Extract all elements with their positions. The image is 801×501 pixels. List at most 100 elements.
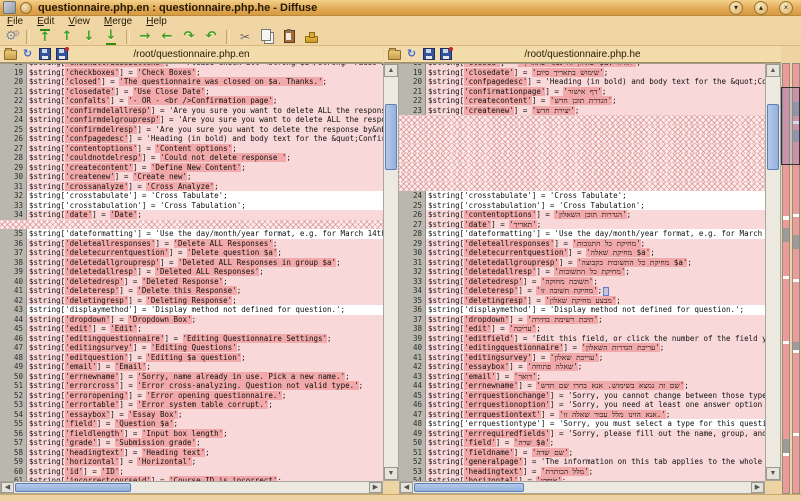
maximize-button[interactable]: ▴ xyxy=(754,1,768,15)
line-number[interactable]: 28 xyxy=(0,153,27,163)
code-line[interactable]: 22$string['createcontent'] = 'הגדרת תוכן… xyxy=(399,96,765,106)
code-line[interactable]: 46$string['errquestionoption'] = 'Sorry,… xyxy=(399,400,765,410)
code-line[interactable]: 44$string['errnewname'] = 'שם זה נמצא בש… xyxy=(399,381,765,391)
line-number[interactable]: 37 xyxy=(0,248,27,258)
scroll-right-icon[interactable]: ▶ xyxy=(369,482,382,493)
line-number[interactable]: 52 xyxy=(0,391,27,401)
preferences-icon[interactable]: ⚙⚙ xyxy=(0,29,22,45)
right-vscroll-thumb[interactable] xyxy=(767,104,779,170)
minimize-button[interactable]: ▾ xyxy=(729,1,743,15)
code-line[interactable]: 30$string['createnew'] = 'Create new'; xyxy=(0,172,383,182)
code-line[interactable]: 55$string['field'] = 'Question $a'; xyxy=(0,419,383,429)
code-line[interactable]: 43$string['displaymethod'] = 'Display me… xyxy=(0,305,383,315)
menu-edit[interactable]: Edit xyxy=(30,16,61,28)
line-number[interactable]: 26 xyxy=(0,134,27,144)
code-line[interactable]: 59$string['horizontal'] = 'Horizontal'; xyxy=(0,457,383,467)
copy-selection-right-icon[interactable]: → xyxy=(134,29,156,45)
code-line[interactable]: 42$string['essaybox'] = 'שאלה פתוחה'; xyxy=(399,362,765,372)
menu-view[interactable]: View xyxy=(61,16,97,28)
code-line[interactable]: 36$string['displaymethod'] = 'Display me… xyxy=(399,305,765,315)
code-line[interactable]: 38$string['edit'] = 'עריכה'; xyxy=(399,324,765,334)
line-number[interactable]: 59 xyxy=(0,457,27,467)
line-number[interactable]: 47 xyxy=(0,343,27,353)
code-line[interactable]: 48$string['editquestion'] = 'Editing $a … xyxy=(0,353,383,363)
save-file-icon[interactable] xyxy=(422,48,435,60)
scroll-right-icon[interactable]: ▶ xyxy=(751,482,764,493)
line-number[interactable]: 35 xyxy=(399,296,426,306)
line-number[interactable]: 53 xyxy=(0,400,27,410)
code-line[interactable]: 45$string['edit'] = 'Edit'; xyxy=(0,324,383,334)
scroll-down-icon[interactable]: ▼ xyxy=(384,467,398,480)
line-number[interactable]: 24 xyxy=(399,191,426,201)
code-line[interactable]: 29$string['createcontent'] = 'Define New… xyxy=(0,163,383,173)
merge-from-right-icon[interactable]: ↶ xyxy=(200,29,222,45)
paste-icon[interactable] xyxy=(278,29,300,45)
code-line[interactable]: 29$string['deleteallresponses'] = 'מחיקת… xyxy=(399,239,765,249)
diff-overview-map[interactable] xyxy=(781,63,801,494)
line-number[interactable]: 60 xyxy=(0,467,27,477)
save-file-icon[interactable] xyxy=(38,48,51,60)
code-line[interactable]: 45$string['errquestionchange'] = 'Sorry,… xyxy=(399,391,765,401)
close-button[interactable]: × xyxy=(779,1,793,15)
line-number[interactable]: 36 xyxy=(0,239,27,249)
code-line[interactable]: 56$string['fieldlength'] = 'Input box le… xyxy=(0,429,383,439)
line-number[interactable]: 45 xyxy=(0,324,27,334)
code-line[interactable]: 32$string['deletedallresp'] = 'מחיקת כל … xyxy=(399,267,765,277)
left-vscroll-thumb[interactable] xyxy=(385,104,397,170)
line-number[interactable]: 21 xyxy=(399,87,426,97)
code-line[interactable]: 26$string['contentoptions'] = 'הגדרות תו… xyxy=(399,210,765,220)
reload-file-icon[interactable]: ↻ xyxy=(21,48,34,60)
line-number[interactable]: 43 xyxy=(399,372,426,382)
first-difference-icon[interactable]: ↑ xyxy=(34,29,56,45)
line-number[interactable]: 37 xyxy=(399,315,426,325)
line-number[interactable]: 51 xyxy=(399,448,426,458)
code-line[interactable]: 41$string['editingsurvey'] = 'עריכת שאלו… xyxy=(399,353,765,363)
code-line[interactable]: 31$string['crossanalyze'] = 'Cross Analy… xyxy=(0,182,383,192)
window-menu-icon[interactable] xyxy=(3,1,16,14)
code-line[interactable]: 39$string['deletedallresp'] = 'Deleted A… xyxy=(0,267,383,277)
code-line[interactable]: 51$string['errorcross'] = 'Error cross-a… xyxy=(0,381,383,391)
line-number[interactable]: 31 xyxy=(399,258,426,268)
code-line[interactable]: 20$string['closed'] = 'The questionnaire… xyxy=(0,77,383,87)
line-number[interactable]: 28 xyxy=(399,229,426,239)
code-line[interactable]: 50$string['field'] = 'שדה $a'; xyxy=(399,438,765,448)
code-line[interactable]: 27$string['contentoptions'] = 'Content o… xyxy=(0,144,383,154)
line-number[interactable]: 46 xyxy=(0,334,27,344)
code-line[interactable]: 53$string['errortable'] = 'Error system … xyxy=(0,400,383,410)
code-line[interactable]: 24$string['confirmdelgroupresp'] = 'Are … xyxy=(0,115,383,125)
line-number[interactable]: 38 xyxy=(399,324,426,334)
code-line[interactable]: 19$string['checkboxes'] = 'Check Boxes'; xyxy=(0,68,383,78)
code-line[interactable]: 58$string['headingtext'] = 'Heading text… xyxy=(0,448,383,458)
line-number[interactable]: 25 xyxy=(399,201,426,211)
last-difference-icon[interactable]: ↓ xyxy=(100,29,122,45)
left-vertical-scrollbar[interactable]: ▲ ▼ xyxy=(383,63,399,481)
left-hscroll-thumb[interactable] xyxy=(15,483,131,492)
line-number[interactable]: 42 xyxy=(399,362,426,372)
right-vertical-scrollbar[interactable]: ▲ ▼ xyxy=(765,63,781,481)
line-number[interactable]: 30 xyxy=(0,172,27,182)
code-line[interactable]: 40$string['deletedresp'] = 'Deleted Resp… xyxy=(0,277,383,287)
merge-from-left-icon[interactable]: ↷ xyxy=(178,29,200,45)
code-line[interactable]: 49$string['errrequiredfields'] = 'Sorry,… xyxy=(399,429,765,439)
line-number[interactable]: 49 xyxy=(0,362,27,372)
scroll-left-icon[interactable]: ◀ xyxy=(1,482,14,493)
line-number[interactable]: 47 xyxy=(399,410,426,420)
code-line[interactable]: 21$string['confirmationpage'] = 'דף אישו… xyxy=(399,87,765,97)
line-number[interactable]: 20 xyxy=(0,77,27,87)
line-number[interactable]: 41 xyxy=(0,286,27,296)
save-file-as-icon[interactable] xyxy=(55,48,68,60)
line-number[interactable]: 23 xyxy=(399,106,426,116)
line-number[interactable]: 50 xyxy=(0,372,27,382)
line-number[interactable]: 39 xyxy=(399,334,426,344)
line-number[interactable]: 39 xyxy=(0,267,27,277)
code-line[interactable]: 36$string['deleteallresponses'] = 'Delet… xyxy=(0,239,383,249)
line-number[interactable]: 20 xyxy=(399,77,426,87)
right-code-pane[interactable]: 18$string['closed'] = 'שאלון זה נסגר בתא… xyxy=(399,63,765,481)
code-line[interactable]: 52$string['erroropening'] = 'Error openi… xyxy=(0,391,383,401)
code-line[interactable]: 37$string['deletecurrentquestion'] = 'De… xyxy=(0,248,383,258)
code-line[interactable]: 53$string['headingtext'] = 'מלל הכותרת'; xyxy=(399,467,765,477)
code-line[interactable]: 41$string['deleteresp'] = 'Delete this R… xyxy=(0,286,383,296)
code-line[interactable]: 40$string['editingquestionnaire'] = 'ערי… xyxy=(399,343,765,353)
line-number[interactable]: 32 xyxy=(0,191,27,201)
code-line[interactable]: 39$string['editfield'] = 'Edit this fiel… xyxy=(399,334,765,344)
